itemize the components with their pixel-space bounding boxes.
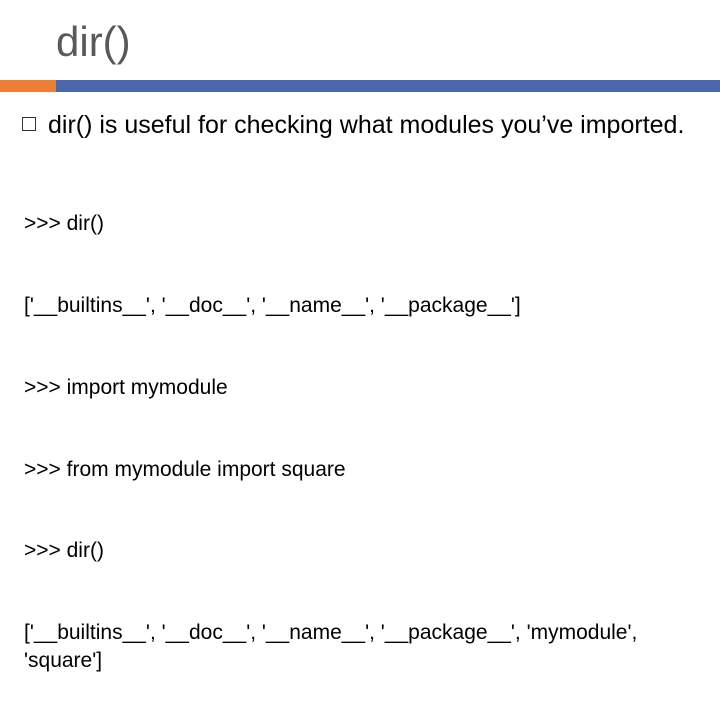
square-bullet-icon — [22, 117, 36, 131]
title-block: dir() — [0, 0, 720, 74]
bullet-text: dir() is useful for checking what module… — [48, 110, 684, 141]
page-title: dir() — [56, 18, 720, 66]
bullet-row: dir() is useful for checking what module… — [22, 110, 698, 141]
underline-accent-blue — [56, 80, 720, 92]
code-line: >>> from mymodule import square — [24, 456, 698, 483]
slide: dir() dir() is useful for checking what … — [0, 0, 720, 540]
code-line: >>> import mymodule — [24, 374, 698, 401]
code-line: ['__builtins__', '__doc__', '__name__', … — [24, 292, 698, 319]
slide-body: dir() is useful for checking what module… — [0, 92, 720, 728]
title-underline — [0, 80, 720, 92]
underline-accent-orange — [0, 80, 56, 92]
code-block: >>> dir() ['__builtins__', '__doc__', '_… — [22, 155, 698, 728]
code-line: >>> dir() — [24, 537, 698, 564]
code-line: >>> dir() — [24, 210, 698, 237]
code-line: ['__builtins__', '__doc__', '__name__', … — [24, 619, 698, 674]
